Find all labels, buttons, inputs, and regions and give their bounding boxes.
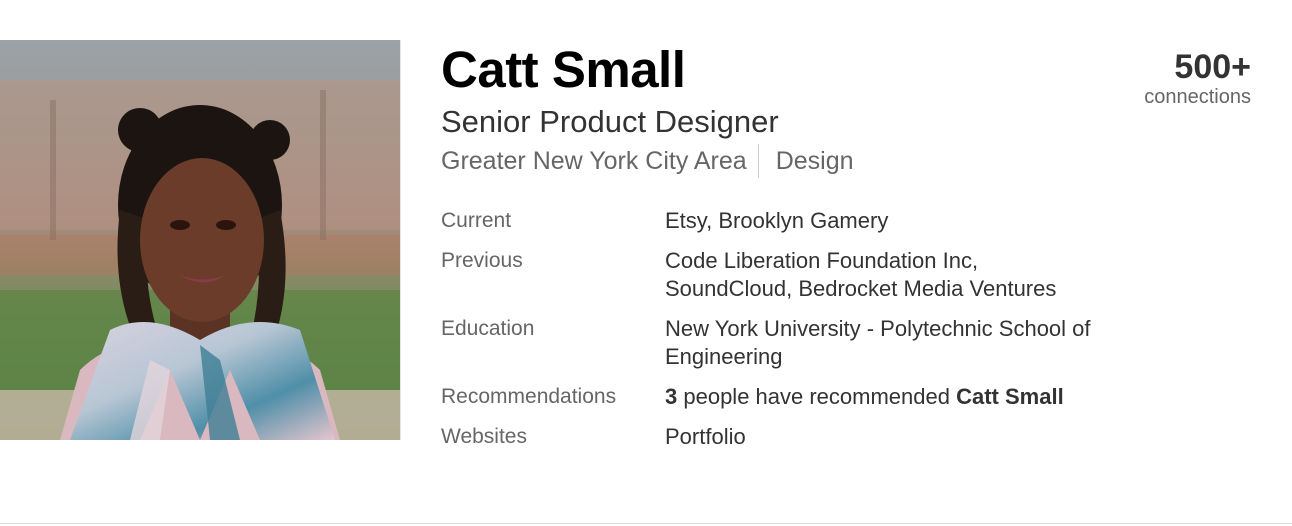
profile-meta: Greater New York City Area Design bbox=[441, 144, 854, 178]
profile-photo-image bbox=[0, 40, 400, 440]
recommendations-text: people have recommended bbox=[677, 384, 957, 409]
section-divider bbox=[0, 523, 1292, 524]
current-positions-link[interactable]: Etsy, Brooklyn Gamery bbox=[665, 208, 888, 233]
profile-headline: Senior Product Designer bbox=[441, 104, 779, 139]
recommendations-count: 3 bbox=[665, 384, 678, 409]
profile-details: Current Etsy, Brooklyn Gamery Previous C… bbox=[441, 207, 1115, 463]
location-link[interactable]: Greater New York City Area bbox=[441, 144, 747, 178]
detail-value-previous: Code Liberation Foundation Inc, SoundClo… bbox=[665, 247, 1105, 303]
detail-row-recommendations: Recommendations 3 people have recommende… bbox=[441, 383, 1115, 411]
detail-row-websites: Websites Portfolio bbox=[441, 423, 1115, 451]
meta-divider bbox=[757, 144, 759, 178]
detail-row-previous: Previous Code Liberation Foundation Inc,… bbox=[441, 247, 1115, 303]
detail-label: Previous bbox=[441, 249, 523, 272]
recommendations-name: Catt Small bbox=[956, 384, 1064, 409]
previous-positions-link[interactable]: Code Liberation Foundation Inc, SoundClo… bbox=[665, 248, 1056, 301]
detail-row-current: Current Etsy, Brooklyn Gamery bbox=[441, 207, 1115, 235]
industry-link[interactable]: Design bbox=[776, 144, 854, 178]
connections-count: 500+ bbox=[1174, 48, 1251, 86]
portfolio-link[interactable]: Portfolio bbox=[665, 424, 746, 449]
detail-label: Recommendations bbox=[441, 385, 617, 408]
connections-label: connections bbox=[1144, 86, 1251, 108]
detail-row-education: Education New York University - Polytech… bbox=[441, 315, 1115, 371]
detail-value-websites: Portfolio bbox=[665, 423, 1115, 451]
profile-name: Catt Small bbox=[441, 41, 686, 98]
detail-label: Current bbox=[441, 209, 512, 232]
detail-label: Education bbox=[441, 317, 535, 340]
education-link[interactable]: New York University - Polytechnic School… bbox=[665, 316, 1091, 369]
detail-value-recommendations[interactable]: 3 people have recommended Catt Small bbox=[665, 383, 1115, 411]
detail-value-current: Etsy, Brooklyn Gamery bbox=[665, 207, 1115, 235]
connections-summary: 500+ connections bbox=[1144, 48, 1251, 108]
detail-value-education: New York University - Polytechnic School… bbox=[665, 315, 1110, 371]
profile-photo[interactable] bbox=[0, 40, 401, 440]
detail-label: Websites bbox=[441, 425, 527, 448]
